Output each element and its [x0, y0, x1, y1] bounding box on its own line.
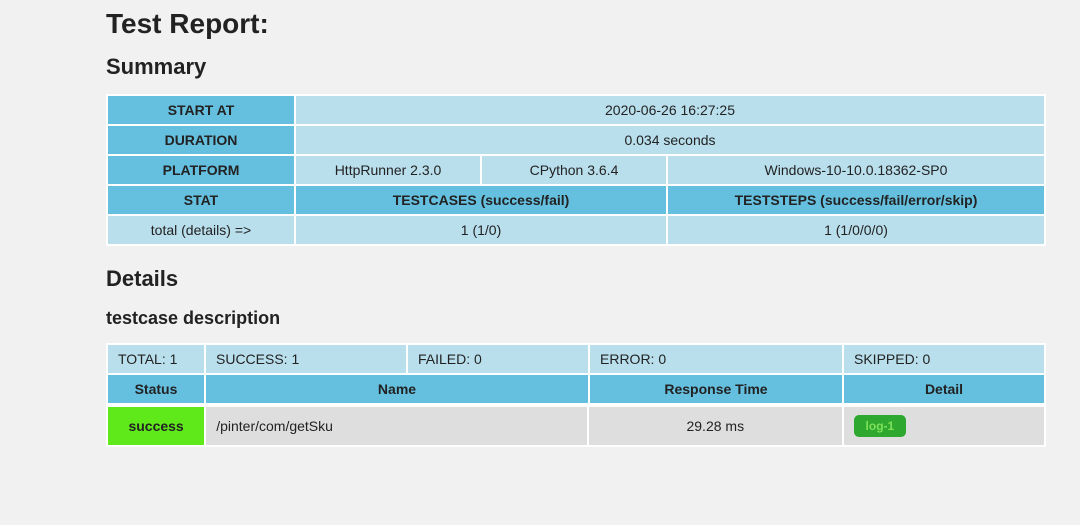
- col-header-name: Name: [206, 375, 588, 403]
- summary-stat-row-label: total (details) =>: [108, 216, 294, 244]
- col-header-status: Status: [108, 375, 204, 403]
- summary-value-runner: HttpRunner 2.3.0: [296, 156, 480, 184]
- details-heading: Details: [106, 266, 1010, 292]
- summary-stat-value-teststeps: 1 (1/0/0/0): [668, 216, 1044, 244]
- summary-stat-header-testcases: TESTCASES (success/fail): [296, 186, 666, 214]
- summary-value-python: CPython 3.6.4: [482, 156, 666, 184]
- case-detail-cell: log-1: [844, 407, 1044, 445]
- summary-heading: Summary: [106, 54, 1010, 80]
- stats-error: ERROR: 0: [590, 345, 842, 373]
- stats-skipped: SKIPPED: 0: [844, 345, 1044, 373]
- col-header-response-time: Response Time: [590, 375, 842, 403]
- stats-success: SUCCESS: 1: [206, 345, 406, 373]
- cases-table: success /pinter/com/getSku 29.28 ms log-…: [106, 405, 1046, 447]
- summary-label-stat: STAT: [108, 186, 294, 214]
- stats-total: TOTAL: 1: [108, 345, 204, 373]
- summary-stat-header-teststeps: TESTSTEPS (success/fail/error/skip): [668, 186, 1044, 214]
- summary-label-platform: PLATFORM: [108, 156, 294, 184]
- summary-value-start-at: 2020-06-26 16:27:25: [296, 96, 1044, 124]
- summary-value-os: Windows-10-10.0.18362-SP0: [668, 156, 1044, 184]
- summary-stat-value-testcases: 1 (1/0): [296, 216, 666, 244]
- summary-table: START AT 2020-06-26 16:27:25 DURATION 0.…: [106, 94, 1046, 246]
- case-name: /pinter/com/getSku: [206, 407, 587, 445]
- col-header-detail: Detail: [844, 375, 1044, 403]
- case-status: success: [108, 407, 204, 445]
- details-stats-table: TOTAL: 1 SUCCESS: 1 FAILED: 0 ERROR: 0 S…: [106, 343, 1046, 405]
- case-response-time: 29.28 ms: [589, 407, 842, 445]
- stats-failed: FAILED: 0: [408, 345, 588, 373]
- testcase-desc-heading: testcase description: [106, 308, 1010, 329]
- summary-label-duration: DURATION: [108, 126, 294, 154]
- table-row: success /pinter/com/getSku 29.28 ms log-…: [108, 407, 1044, 445]
- summary-value-duration: 0.034 seconds: [296, 126, 1044, 154]
- log-button[interactable]: log-1: [854, 415, 907, 437]
- summary-label-start-at: START AT: [108, 96, 294, 124]
- page-title: Test Report:: [106, 8, 1010, 40]
